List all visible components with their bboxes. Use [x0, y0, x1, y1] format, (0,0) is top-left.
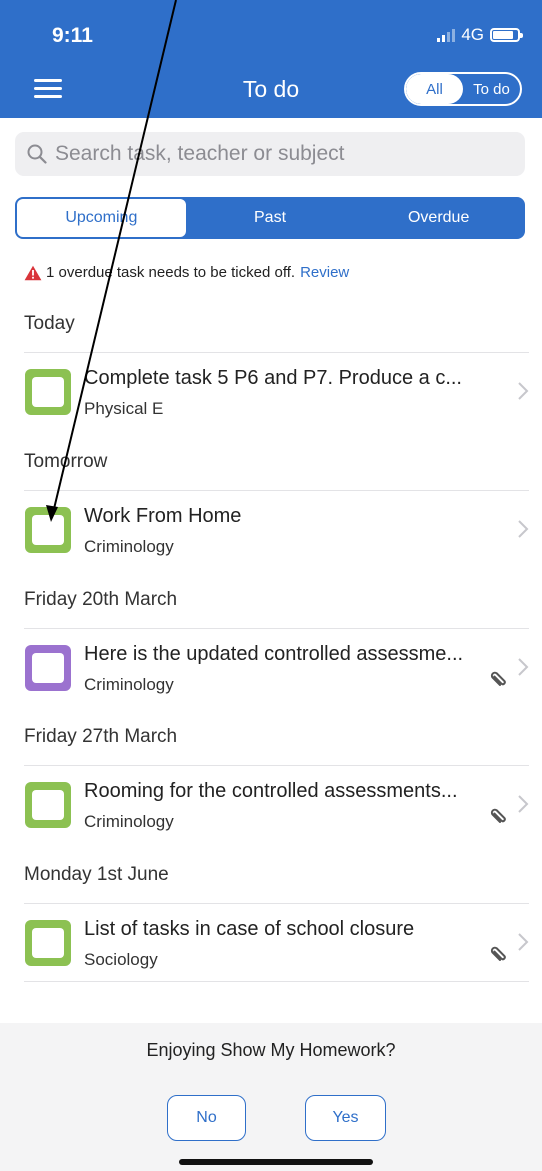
signal-icon: [437, 28, 456, 42]
task-subject: Sociology: [84, 950, 158, 969]
task-title: Rooming for the controlled assessments..…: [84, 780, 458, 802]
task-subject: Physical E: [84, 399, 164, 418]
filter-toggle: All To do: [404, 72, 522, 106]
toggle-all[interactable]: All: [406, 74, 463, 104]
task-checkbox[interactable]: [25, 369, 71, 415]
task-subject: Criminology: [84, 675, 174, 694]
chevron-right-icon: [518, 795, 529, 813]
paperclip-icon: [490, 671, 506, 686]
rating-question: Enjoying Show My Homework?: [146, 1040, 396, 1060]
section-title: Friday 20th March: [24, 589, 178, 610]
yes-button[interactable]: Yes: [305, 1095, 386, 1141]
section-title: Friday 27th March: [24, 726, 178, 747]
time-segments: Upcoming Past Overdue: [15, 197, 525, 239]
task-row[interactable]: Here is the updated controlled assessme.…: [24, 628, 529, 706]
battery-icon: [490, 28, 523, 42]
task-title: Complete task 5 P6 and P7. Produce a c..…: [84, 367, 462, 389]
chevron-right-icon: [518, 382, 529, 400]
app-header: 9:11 4G To do All To do: [0, 0, 542, 118]
no-button[interactable]: No: [167, 1095, 246, 1141]
task-checkbox[interactable]: [25, 920, 71, 966]
alert-text: 1 overdue task needs to be ticked off.: [46, 264, 296, 281]
home-indicator[interactable]: [179, 1159, 373, 1165]
review-link[interactable]: Review: [300, 264, 349, 281]
chevron-right-icon: [518, 520, 529, 538]
paperclip-icon: [490, 946, 506, 961]
task-row[interactable]: Complete task 5 P6 and P7. Produce a c..…: [24, 352, 529, 430]
paperclip-icon: [490, 808, 506, 823]
chevron-right-icon: [518, 658, 529, 676]
search-input[interactable]: [55, 142, 495, 166]
task-row[interactable]: Rooming for the controlled assessments..…: [24, 765, 529, 843]
section-title: Monday 1st June: [24, 864, 169, 885]
search-bar: [15, 132, 525, 176]
section-title: Tomorrow: [24, 451, 108, 472]
task-title: List of tasks in case of school closure: [84, 918, 415, 940]
warning-icon: [24, 265, 42, 280]
task-title: Work From Home: [84, 505, 242, 527]
task-checkbox[interactable]: [25, 645, 71, 691]
rating-prompt: Enjoying Show My Homework? No Yes: [0, 1023, 542, 1171]
status-indicators: 4G: [437, 25, 523, 45]
status-time: 9:11: [52, 24, 93, 47]
network-label: 4G: [461, 25, 484, 44]
toggle-todo[interactable]: To do: [463, 74, 520, 104]
tab-past[interactable]: Past: [186, 199, 355, 237]
section-title: Today: [24, 313, 75, 334]
task-subject: Criminology: [84, 812, 174, 831]
list-divider: [24, 981, 529, 982]
task-subject: Criminology: [84, 537, 174, 556]
tab-upcoming[interactable]: Upcoming: [17, 199, 186, 237]
task-row[interactable]: List of tasks in case of school closure …: [24, 903, 529, 981]
search-icon: [27, 144, 47, 164]
task-checkbox[interactable]: [25, 782, 71, 828]
tab-overdue[interactable]: Overdue: [354, 199, 523, 237]
overdue-alert: 1 overdue task needs to be ticked off. R…: [24, 264, 349, 281]
task-title: Here is the updated controlled assessme.…: [84, 643, 464, 665]
task-checkbox[interactable]: [25, 507, 71, 553]
chevron-right-icon: [518, 933, 529, 951]
task-row[interactable]: Work From Home Criminology: [24, 490, 529, 568]
